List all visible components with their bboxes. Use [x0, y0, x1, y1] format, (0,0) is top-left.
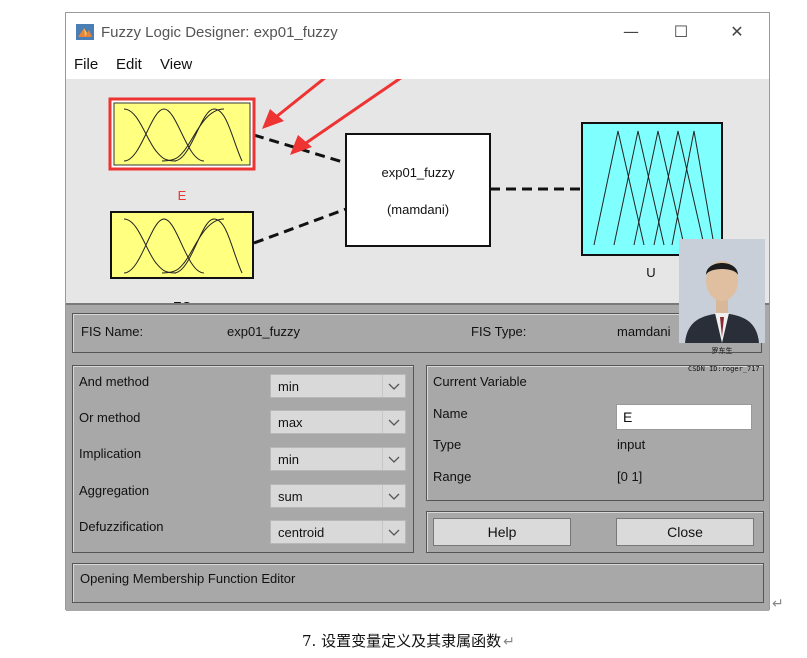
variable-name-value: E: [623, 409, 633, 425]
current-variable-group: Current Variable Name E Type input Range…: [426, 365, 764, 501]
minimize-button[interactable]: —: [608, 19, 654, 45]
or-method-dropdown[interactable]: max: [270, 410, 406, 434]
caption-text: 7. 设置变量定义及其隶属函数: [302, 632, 502, 650]
properties-panel: FIS Name: exp01_fuzzy FIS Type: mamdani …: [66, 303, 769, 611]
title-bar: Fuzzy Logic Designer: exp01_fuzzy — ☐ ✕: [66, 13, 769, 49]
fis-info-group: FIS Name: exp01_fuzzy FIS Type: mamdani: [72, 313, 762, 353]
output-variable-u[interactable]: [581, 122, 723, 256]
implication-value: min: [278, 452, 299, 467]
variable-range-label: Range: [433, 469, 472, 484]
fis-type-label: FIS Type:: [471, 324, 527, 339]
defuzzification-label: Defuzzification: [79, 519, 164, 534]
status-text: Opening Membership Function Editor: [80, 571, 296, 586]
variable-type-value: input: [617, 437, 646, 452]
variable-type-label: Type: [433, 437, 462, 452]
system-name: exp01_fuzzy: [382, 165, 455, 180]
input-variable-e[interactable]: [108, 97, 256, 171]
fis-system-block[interactable]: [345, 133, 491, 247]
menu-file[interactable]: File: [74, 56, 98, 73]
author-watermark: 罗东生: [679, 239, 765, 357]
csdn-id-text: CSDN ID:roger_717: [688, 365, 760, 373]
and-method-dropdown[interactable]: min: [270, 374, 406, 398]
current-variable-heading: Current Variable: [433, 374, 527, 389]
fuzzy-logic-designer-window: Fuzzy Logic Designer: exp01_fuzzy — ☐ ✕ …: [65, 12, 770, 611]
fis-name-value: exp01_fuzzy: [227, 324, 300, 339]
defuzzification-dropdown[interactable]: centroid: [270, 520, 406, 544]
or-method-value: max: [278, 415, 303, 430]
close-button[interactable]: Close: [616, 518, 754, 546]
status-group: Opening Membership Function Editor: [72, 563, 764, 603]
and-method-value: min: [278, 379, 299, 394]
signature-text: 罗东生: [712, 346, 733, 355]
close-window-button[interactable]: ✕: [714, 19, 760, 45]
fis-diagram-canvas: E EC exp01_fuzzy (mamdani): [108, 79, 723, 303]
menu-bar: File Edit View: [66, 49, 769, 79]
fis-diagram: E EC exp01_fuzzy (mamdani): [66, 79, 769, 303]
buttons-group: Help Close: [426, 511, 764, 553]
chevron-down-icon: [382, 375, 400, 397]
chevron-down-icon: [382, 448, 400, 470]
author-photo: 罗东生: [679, 239, 765, 355]
aggregation-dropdown[interactable]: sum: [270, 484, 406, 508]
aggregation-label: Aggregation: [79, 483, 150, 498]
or-method-label: Or method: [79, 410, 141, 425]
menu-view[interactable]: View: [160, 56, 192, 73]
chevron-down-icon: [382, 485, 400, 507]
input-variable-ec[interactable]: [110, 211, 254, 279]
output-u-label: U: [646, 265, 655, 280]
variable-name-label: Name: [433, 406, 468, 421]
matlab-icon: [76, 24, 94, 40]
fis-type-value: mamdani: [617, 324, 671, 339]
variable-range-value: [0 1]: [617, 469, 643, 484]
input-e-label: E: [178, 188, 187, 203]
connector-ec-system: [253, 207, 347, 245]
figure-caption: 7. 设置变量定义及其隶属函数 ↵: [302, 630, 515, 651]
return-mark: ↵: [772, 596, 784, 612]
menu-edit[interactable]: Edit: [116, 56, 142, 73]
chevron-down-icon: [382, 521, 400, 543]
methods-group: And method Or method Implication Aggrega…: [72, 365, 414, 553]
variable-name-input[interactable]: E: [616, 404, 752, 430]
and-method-label: And method: [79, 374, 150, 389]
maximize-button[interactable]: ☐: [658, 19, 704, 45]
system-type: (mamdani): [387, 202, 449, 217]
chevron-down-icon: [382, 411, 400, 433]
defuzzification-value: centroid: [278, 525, 325, 540]
aggregation-value: sum: [278, 489, 303, 504]
implication-dropdown[interactable]: min: [270, 447, 406, 471]
implication-label: Implication: [79, 446, 142, 461]
window-title: Fuzzy Logic Designer: exp01_fuzzy: [101, 24, 338, 41]
help-button[interactable]: Help: [433, 518, 571, 546]
caption-return-mark: ↵: [503, 634, 515, 650]
fis-name-label: FIS Name:: [81, 324, 144, 339]
